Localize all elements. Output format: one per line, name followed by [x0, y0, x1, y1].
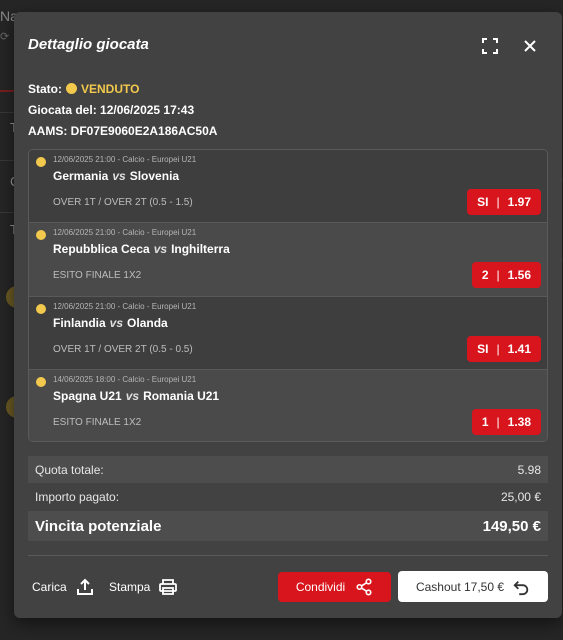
home-team: Germania	[53, 169, 109, 183]
modal-footer: Carica Stampa Condividi Cashout 17,50 €	[28, 571, 548, 603]
footer-divider	[28, 555, 548, 556]
upload-button[interactable]: Carica	[32, 571, 95, 603]
cashout-label: Cashout 17,50 €	[415, 579, 505, 594]
potential-win-value: 149,50 €	[482, 517, 541, 535]
printer-icon	[159, 579, 178, 595]
bet-market: ESITO FINALE 1X2	[53, 416, 142, 428]
bet-market: OVER 1T / OVER 2T (0.5 - 0.5)	[53, 343, 193, 355]
odds-separator: |	[496, 414, 500, 429]
share-icon	[356, 578, 372, 596]
home-team: Finlandia	[53, 315, 106, 330]
amount-paid-row: Importo pagato: 25,00 €	[28, 483, 548, 511]
bet-status-dot-icon	[36, 157, 46, 167]
amount-paid-value: 25,00 €	[500, 490, 541, 504]
status-value: VENDUTO	[81, 81, 140, 96]
bet-pick: 1	[481, 414, 489, 429]
aams-code: DF07E9060E2A186AC50A	[70, 123, 218, 138]
odds-separator: |	[496, 268, 500, 283]
upload-icon	[76, 578, 93, 595]
home-team: Repubblica Ceca	[53, 242, 150, 257]
odds-separator: |	[496, 195, 500, 209]
bet-summary: Quota totale: 5.98 Importo pagato: 25,00…	[28, 456, 548, 541]
undo-arrow-icon	[513, 580, 529, 595]
away-team: Inghilterra	[171, 242, 230, 257]
upload-label: Carica	[32, 580, 67, 594]
bet-event: Finlandia vs Olanda	[53, 316, 168, 330]
bet-meta: 12/06/2025 21:00 - Calcio - Europei U21	[53, 155, 197, 164]
away-team: Olanda	[127, 315, 168, 330]
home-team: Spagna U21	[53, 388, 122, 403]
bet-pick: SI	[477, 195, 489, 209]
bet-meta: 12/06/2025 21:00 - Calcio - Europei U21	[53, 228, 197, 238]
print-label: Stampa	[109, 580, 151, 594]
cashout-button[interactable]: Cashout 17,50 €	[398, 571, 548, 602]
bet-odds: 1.38	[507, 414, 531, 429]
date-value: 12/06/2025 17:43	[100, 102, 195, 117]
bet-odds: 1.41	[507, 341, 531, 356]
bet-market: OVER 1T / OVER 2T (0.5 - 1.5)	[53, 197, 193, 208]
total-odds-value: 5.98	[517, 462, 541, 477]
bet-market: ESITO FINALE 1X2	[53, 270, 142, 282]
share-button[interactable]: Condividi	[278, 572, 391, 602]
potential-win-label: Vincita potenziale	[35, 517, 162, 535]
bet-odds: 1.56	[507, 268, 531, 283]
bet-meta: 12/06/2025 21:00 - Calcio - Europei U21	[53, 301, 197, 311]
date-label: Giocata del:	[28, 102, 97, 117]
fullscreen-button[interactable]	[480, 36, 500, 56]
odds-badge: SI | 1.97	[467, 189, 541, 215]
fullscreen-icon	[482, 38, 498, 54]
bet-item: 12/06/2025 21:00 - Calcio - Europei U21 …	[29, 296, 547, 370]
bet-pick: 2	[481, 268, 489, 283]
aams-row: AAMS: DF07E9060E2A186AC50A	[28, 120, 217, 141]
bet-list: 12/06/2025 21:00 - Calcio - Europei U21 …	[28, 149, 548, 442]
odds-separator: |	[496, 341, 500, 356]
odds-badge: 2 | 1.56	[471, 262, 541, 289]
odds-badge: SI | 1.41	[467, 335, 541, 362]
vs-label: vs	[125, 388, 140, 403]
odds-badge: 1 | 1.38	[471, 408, 541, 435]
vs-label: vs	[109, 315, 124, 330]
date-row: Giocata del: 12/06/2025 17:43	[28, 99, 217, 120]
bet-event: Germania vs Slovenia	[53, 169, 179, 183]
bet-status-dot-icon	[36, 303, 46, 314]
vs-label: vs	[153, 242, 168, 257]
bet-pick: SI	[477, 341, 489, 356]
aams-label: AAMS:	[28, 123, 68, 138]
status-label: Stato:	[28, 81, 62, 96]
bet-event: Repubblica Ceca vs Inghilterra	[53, 242, 230, 256]
bet-item: 12/06/2025 21:00 - Calcio - Europei U21 …	[29, 150, 547, 224]
bet-item: 14/06/2025 18:00 - Calcio - Europei U21 …	[29, 369, 547, 441]
potential-win-row: Vincita potenziale 149,50 €	[28, 511, 548, 541]
modal-title: Dettaglio giocata	[28, 36, 149, 53]
total-odds-row: Quota totale: 5.98	[28, 456, 548, 483]
bet-info: Stato: VENDUTO Giocata del: 12/06/2025 1…	[28, 78, 217, 141]
bet-status-dot-icon	[36, 376, 46, 387]
total-odds-label: Quota totale:	[35, 462, 104, 477]
bet-detail-modal: Dettaglio giocata Stato: VENDUTO Giocata…	[14, 12, 562, 618]
modal-header: Dettaglio giocata	[28, 34, 548, 58]
amount-paid-label: Importo pagato:	[35, 490, 120, 504]
away-team: Romania U21	[143, 388, 220, 403]
close-icon	[524, 40, 536, 52]
close-button[interactable]	[520, 36, 540, 56]
bet-meta: 14/06/2025 18:00 - Calcio - Europei U21	[53, 374, 197, 384]
print-button[interactable]: Stampa	[109, 571, 178, 603]
status-row: Stato: VENDUTO	[28, 78, 217, 99]
share-label: Condividi	[295, 580, 346, 594]
bet-odds: 1.97	[507, 195, 531, 209]
bet-event: Spagna U21 vs Romania U21	[53, 389, 219, 403]
background-refresh-icon: ⟳	[0, 31, 10, 43]
bet-status-dot-icon	[36, 230, 46, 241]
bet-item: 12/06/2025 21:00 - Calcio - Europei U21 …	[29, 223, 547, 297]
vs-label: vs	[112, 169, 126, 183]
away-team: Slovenia	[129, 169, 180, 183]
status-dot-icon	[66, 83, 77, 94]
